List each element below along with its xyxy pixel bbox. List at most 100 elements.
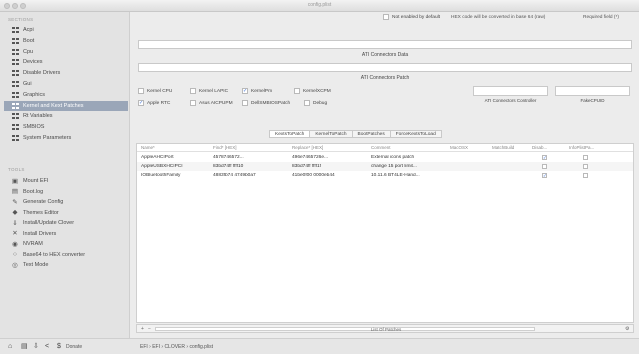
grid-icon-shape — [11, 27, 19, 33]
cell-name[interactable]: AppleUSBXHCIPCI — [141, 164, 210, 169]
tool-item[interactable]: ◎ Text Mode — [4, 260, 128, 270]
column-header[interactable]: MatchBuild — [492, 145, 529, 150]
sidebar-item[interactable]: Kernel and Kext Patches — [4, 100, 128, 111]
sidebar-item[interactable]: Acpi — [4, 25, 128, 35]
column-header[interactable]: MacOSX — [450, 145, 489, 150]
checkbox-box[interactable] — [304, 100, 310, 106]
ati-connectors-patch-input[interactable] — [138, 63, 632, 72]
checkbox-box[interactable]: ✓ — [138, 100, 144, 106]
sidebar-item[interactable]: Boot — [4, 36, 128, 46]
sidebar-item[interactable]: Devices — [4, 57, 128, 67]
sidebar-item[interactable]: SMBIOS — [4, 122, 128, 132]
checkbox-box[interactable] — [138, 88, 144, 94]
option-checkbox[interactable]: ✓ Apple RTC — [138, 100, 170, 106]
tab-bootpatches[interactable]: BootPatches — [351, 130, 390, 138]
tool-item[interactable]: ○ Base64 to HEX converter — [4, 250, 128, 260]
sidebar-item[interactable]: Gui — [4, 79, 128, 89]
disk-icon: ▣ — [11, 177, 19, 185]
grid-icon-shape — [11, 48, 19, 55]
checkbox-box[interactable] — [242, 100, 248, 106]
tool-item[interactable]: ◆ Themes Editor — [4, 208, 128, 218]
convert-icon: ○ — [13, 251, 17, 258]
option-checkbox[interactable]: Asus AICPUPM — [190, 100, 233, 106]
column-header[interactable]: Replace* [HEX] — [292, 145, 368, 150]
tool-item[interactable]: ▣ Mount EFI — [4, 176, 128, 186]
table-row[interactable]: AppleUSBXHCIPCI 83bd74ff ffff10 83bd74ff f… — [137, 162, 633, 171]
grid-icon — [11, 81, 19, 88]
log-icon: ▤ — [11, 188, 19, 195]
option-checkbox[interactable]: Kernel CPU — [138, 88, 172, 94]
ati-connectors-controller-input[interactable] — [473, 86, 548, 96]
tool-item[interactable]: ▤ Boot.log — [4, 187, 128, 197]
sidebar-item[interactable]: Rt Variables — [4, 111, 128, 121]
tools-icon: ✕ — [12, 230, 18, 237]
checkbox-box[interactable] — [190, 88, 196, 94]
disabled-checkbox[interactable] — [542, 164, 547, 169]
sidebar: SECTIONS Acpi Boot Cpu Devices Disable Drive… — [0, 12, 130, 338]
checkbox-box[interactable] — [190, 100, 196, 106]
cell-find[interactable]: 4883fb74 4749b0a7 — [213, 173, 289, 178]
tool-item[interactable]: ✕ Install Drivers — [4, 229, 128, 239]
fake-cpuid-label: FakeCPUID — [580, 98, 605, 103]
column-header[interactable]: Comment — [371, 145, 447, 150]
tool-item[interactable]: ◉ NVRAM — [4, 239, 128, 249]
cell-replace[interactable]: 83bd74ff ffff1f — [292, 164, 368, 169]
ati-connectors-controller-label: ATI Connectors Controller — [484, 98, 537, 103]
patch-tabs: KextsToPatch KernelToPatch BootPatches Forc… — [269, 130, 442, 138]
cell-comment[interactable]: External icons patch — [371, 155, 447, 160]
tab-forcekextstoload[interactable]: ForceKextsToLoad — [389, 130, 442, 138]
app-window: config.plist SECTIONS Acpi Boot Cpu Devices… — [0, 0, 639, 354]
document-icon[interactable]: ▤ — [21, 343, 28, 351]
cell-find[interactable]: 4578746572... — [213, 155, 289, 160]
cell-replace[interactable]: 496e7465726e... — [292, 155, 368, 160]
sidebar-item-label: SMBIOS — [23, 124, 45, 131]
cell-comment[interactable]: 10.11.6 BT4LE-Hand... — [371, 173, 447, 178]
settings-gear-icon[interactable]: ⚙ — [625, 326, 629, 332]
column-header[interactable]: Name* — [141, 145, 210, 150]
cell-find[interactable]: 83bd74ff ffff10 — [213, 164, 289, 169]
checkbox-label: Kernel CPU — [147, 88, 173, 94]
home-icon[interactable]: ⌂ — [8, 343, 12, 351]
cell-name[interactable]: AppleAHCIPort — [141, 155, 210, 160]
sidebar-item[interactable]: Cpu — [4, 47, 128, 57]
table-row[interactable]: AppleAHCIPort 4578746572... 496e7465726e..… — [137, 153, 633, 162]
sidebar-item[interactable]: Graphics — [4, 90, 128, 100]
tool-item[interactable]: ⇓ Install/Update Clover — [4, 218, 128, 228]
table-row[interactable]: IOBluetoothFamily 4883fb74 4749b0a7 41be0f… — [137, 171, 633, 180]
eye-icon: ◎ — [12, 261, 18, 269]
infoplist-checkbox[interactable] — [583, 173, 588, 178]
option-checkbox[interactable]: Kernel LAPIC — [190, 88, 228, 94]
sidebar-item[interactable]: Disable Drivers — [4, 68, 128, 78]
fake-cpuid-input[interactable] — [555, 86, 630, 96]
disabled-checkbox[interactable]: ✓ — [542, 155, 547, 160]
sidebar-item-label: Graphics — [23, 91, 46, 98]
disabled-checkbox[interactable]: ✓ — [542, 173, 547, 178]
cell-comment[interactable]: change 15 port limit... — [371, 164, 447, 169]
option-checkbox[interactable]: ✓ KernelPm — [242, 88, 272, 94]
sections-heading: SECTIONS — [8, 17, 34, 22]
option-checkbox[interactable]: DellSMBIOSPatch — [242, 100, 290, 106]
sidebar-item-label: Boot — [23, 37, 35, 44]
column-header[interactable]: Disab... — [532, 145, 566, 150]
checkbox-box[interactable]: ✓ — [242, 88, 248, 94]
donate-label[interactable]: Donate — [66, 344, 82, 350]
share-icon[interactable]: < — [45, 343, 49, 351]
checkbox-box[interactable] — [294, 88, 300, 94]
cell-name[interactable]: IOBluetoothFamily — [141, 173, 210, 178]
option-checkbox[interactable]: KernelXCPM — [294, 88, 331, 94]
tab-kextstopatch[interactable]: KextsToPatch — [269, 130, 310, 138]
infoplist-checkbox[interactable] — [583, 164, 588, 169]
ati-connectors-data-input[interactable] — [138, 40, 632, 49]
column-header[interactable]: Find* [HEX] — [213, 145, 289, 150]
tab-kerneltopatch[interactable]: KernelToPatch — [309, 130, 352, 138]
option-checkbox[interactable]: Debug — [304, 100, 327, 106]
sidebar-item[interactable]: System Parameters — [4, 133, 128, 143]
donate-icon[interactable]: $ — [57, 343, 61, 351]
infoplist-checkbox[interactable] — [583, 155, 588, 160]
import-icon[interactable]: ⇩ — [33, 343, 39, 351]
required-field-note: Required field (*) — [583, 15, 619, 20]
column-header[interactable]: InfoPlistPa... — [569, 145, 632, 150]
tool-item[interactable]: ✎ Generate Config — [4, 197, 128, 207]
cell-replace[interactable]: 41be0f00 0000eb44 — [292, 173, 368, 178]
sidebar-item-label: Kernel and Kext Patches — [23, 102, 84, 109]
